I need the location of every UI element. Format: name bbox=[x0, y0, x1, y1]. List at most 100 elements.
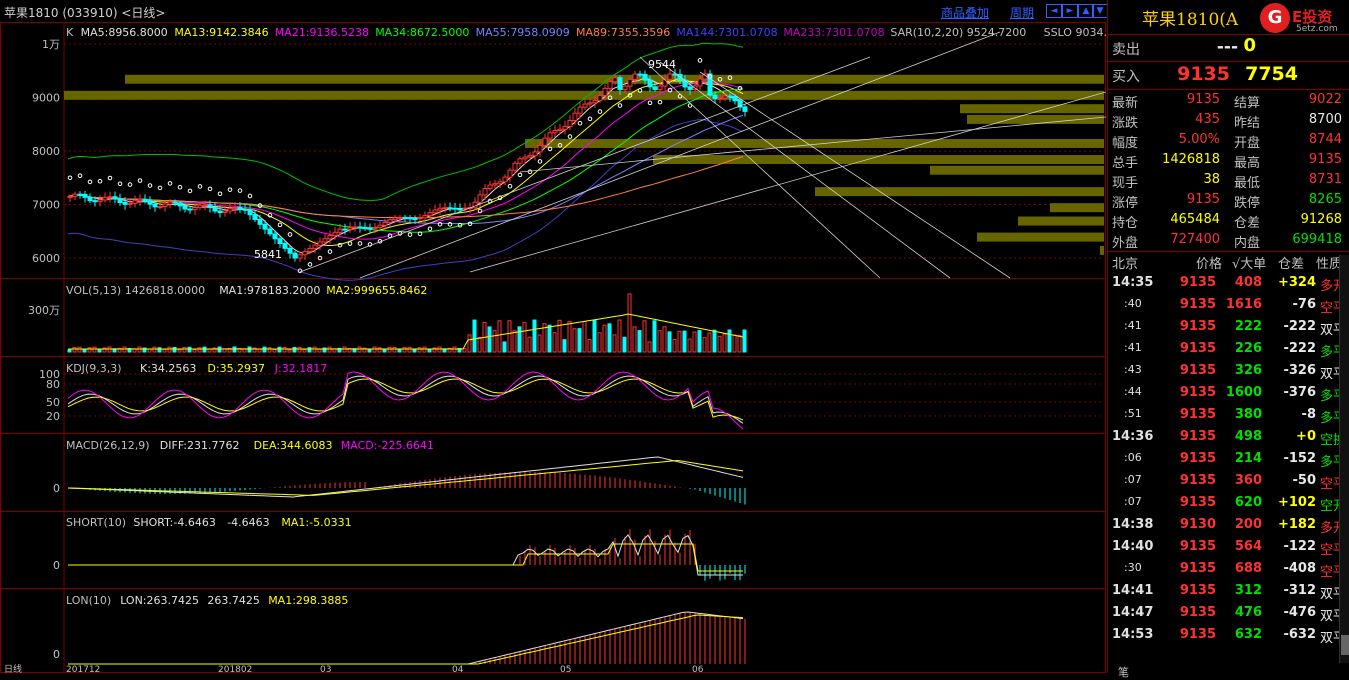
divider bbox=[1108, 251, 1349, 252]
volume-bar bbox=[537, 334, 542, 353]
candle-body bbox=[142, 198, 148, 202]
volume-bar bbox=[602, 324, 607, 353]
tick-row[interactable]: 14:40 9135 564 -122 空平 bbox=[1108, 539, 1349, 561]
zoom-in-icon[interactable]: ▼ bbox=[1092, 4, 1108, 18]
overlay-link[interactable]: 商品叠加 bbox=[941, 4, 989, 21]
trend-line bbox=[359, 31, 1001, 279]
tick-row[interactable]: :40 9135 1616 -76 空平 bbox=[1108, 297, 1349, 319]
volume-bar bbox=[627, 293, 632, 353]
volume-bar bbox=[392, 347, 397, 353]
candle-body bbox=[452, 207, 458, 210]
quote-label: 跌停 bbox=[1234, 196, 1261, 211]
tick-row[interactable]: :41 9135 222 -222 双平 bbox=[1108, 319, 1349, 341]
macd-tick-label: 0 bbox=[53, 482, 60, 495]
tick-volume: 632 bbox=[1234, 627, 1262, 642]
tick-row[interactable]: 14:36 9135 498 +0 空换 bbox=[1108, 429, 1349, 451]
candle-body bbox=[252, 214, 258, 220]
tick-row[interactable]: 14:38 9130 200 +182 多开 bbox=[1108, 517, 1349, 539]
tick-volume: 312 bbox=[1234, 583, 1262, 598]
tick-header-vol[interactable]: √大单 bbox=[1232, 253, 1266, 272]
volume-bar bbox=[247, 346, 252, 353]
tick-row[interactable]: :06 9135 214 -152 多平 bbox=[1108, 451, 1349, 473]
quote-value: 1426818 bbox=[1162, 152, 1220, 167]
volume-bar bbox=[637, 330, 642, 353]
tick-volume: 222 bbox=[1234, 319, 1262, 334]
tick-scrollbar[interactable] bbox=[1339, 255, 1349, 663]
tick-row[interactable]: :07 9135 360 -50 空平 bbox=[1108, 473, 1349, 495]
tick-row[interactable]: :07 9135 620 +102 空开 bbox=[1108, 495, 1349, 517]
volume-profile-bar bbox=[960, 104, 1104, 114]
volume-bar bbox=[452, 346, 457, 353]
ma-label: MA144:7301.0708 bbox=[676, 26, 777, 39]
candle-body bbox=[302, 251, 308, 256]
tick-time: :51 bbox=[1124, 407, 1142, 420]
tick-row[interactable]: :41 9135 226 -222 多平 bbox=[1108, 341, 1349, 363]
tick-oi-change: +182 bbox=[1277, 517, 1316, 532]
volume-bar bbox=[742, 329, 747, 353]
quote-value: 9022 bbox=[1308, 92, 1342, 107]
tick-row[interactable]: :51 9135 380 -8 多平 bbox=[1108, 407, 1349, 429]
volume-bar bbox=[492, 330, 497, 353]
volume-profile-bar bbox=[930, 165, 1104, 175]
candle-body bbox=[192, 207, 198, 211]
period-link[interactable]: 周期 bbox=[1010, 4, 1034, 21]
candle-body bbox=[507, 169, 513, 178]
sar-dot bbox=[237, 188, 243, 193]
footer-label: 笔 bbox=[1118, 666, 1129, 679]
tick-volume: 214 bbox=[1234, 451, 1262, 466]
candle-body bbox=[442, 207, 448, 210]
volume-bar bbox=[702, 337, 707, 353]
volume-bar bbox=[287, 349, 292, 353]
tick-row[interactable]: 14:47 9135 476 -476 双平 bbox=[1108, 605, 1349, 627]
tick-oi-change: -326 bbox=[1283, 363, 1316, 378]
kline-chart[interactable]: K MA5:8956.8000 MA13:9142.3846 MA21:9136.52… bbox=[0, 22, 1106, 673]
tick-row[interactable]: :43 9135 326 -326 双平 bbox=[1108, 363, 1349, 385]
volume-bar bbox=[502, 341, 507, 353]
tick-row[interactable]: 14:53 9135 632 -632 双平 bbox=[1108, 627, 1349, 649]
right-arrow-icon[interactable]: ► bbox=[1062, 4, 1078, 18]
sar-dot bbox=[507, 183, 513, 189]
trend-line bbox=[699, 71, 1011, 279]
candle-body bbox=[547, 132, 553, 139]
date-tick-label: 04 bbox=[452, 665, 464, 673]
volume-bar bbox=[647, 341, 652, 353]
tick-row[interactable]: 14:35 9135 408 +324 多开 bbox=[1108, 275, 1349, 297]
left-arrow-icon[interactable]: ◄ bbox=[1046, 4, 1062, 18]
volume-bar bbox=[487, 326, 492, 353]
volume-bar bbox=[147, 348, 152, 353]
divider bbox=[1108, 89, 1349, 90]
candle-body bbox=[717, 97, 723, 100]
volume-bar bbox=[277, 346, 282, 353]
tick-row[interactable]: :30 9135 688 -408 空平 bbox=[1108, 561, 1349, 583]
volume-bar bbox=[717, 335, 722, 353]
volume-bar bbox=[267, 347, 272, 353]
scroll-thumb[interactable] bbox=[1341, 635, 1349, 655]
quote-row: 幅度 5.00% 开盘 8744 bbox=[1108, 132, 1349, 152]
candle-body bbox=[87, 196, 93, 202]
tick-row[interactable]: :44 9135 1600 -376 多平 bbox=[1108, 385, 1349, 407]
sar-dot bbox=[407, 232, 413, 237]
candle-body bbox=[277, 238, 283, 245]
tick-row[interactable]: 14:41 9135 312 -312 双平 bbox=[1108, 583, 1349, 605]
volume-bar bbox=[107, 346, 112, 353]
candle-body bbox=[92, 200, 98, 203]
candle-body bbox=[127, 202, 133, 205]
candle-body bbox=[207, 204, 213, 209]
candle-body bbox=[197, 204, 203, 209]
sar-dot bbox=[647, 100, 653, 106]
candle-body bbox=[512, 162, 518, 171]
candle-body bbox=[97, 199, 103, 203]
volume-bar bbox=[552, 332, 557, 353]
tick-price: 9135 bbox=[1179, 297, 1216, 312]
quote-value: 8744 bbox=[1308, 132, 1342, 147]
tick-oi-change: -122 bbox=[1283, 539, 1316, 554]
sar-dot bbox=[307, 262, 313, 267]
volume-bar bbox=[722, 333, 727, 353]
tick-time: 14:35 bbox=[1112, 275, 1154, 290]
candle-body bbox=[212, 207, 218, 212]
short-ma-line bbox=[68, 543, 743, 572]
volume-bar bbox=[497, 320, 502, 353]
tick-time: 14:38 bbox=[1112, 517, 1154, 532]
quote-value: 9135 bbox=[1186, 92, 1220, 107]
candle-body bbox=[732, 95, 738, 102]
